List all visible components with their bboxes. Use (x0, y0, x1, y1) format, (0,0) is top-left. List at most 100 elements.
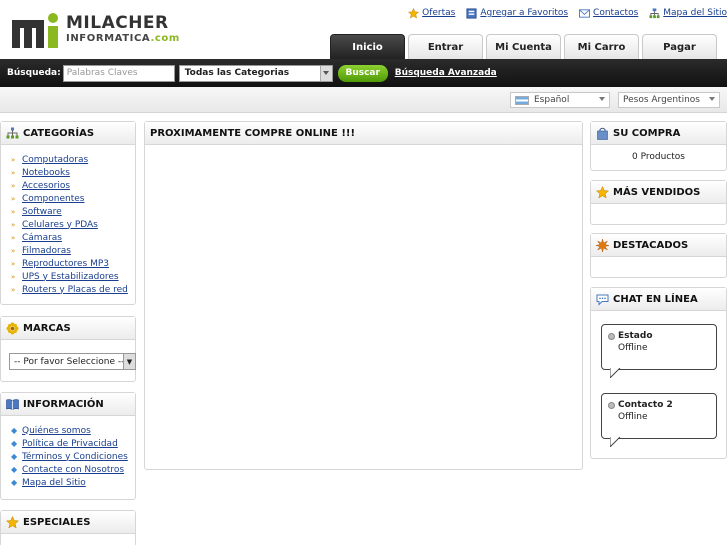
category-item[interactable]: » Computadoras (11, 153, 135, 166)
bullet-icon: » (11, 168, 16, 177)
category-item[interactable]: » Celulares y PDAs (11, 218, 135, 231)
bullet-icon: ◆ (11, 452, 18, 461)
info-item[interactable]: ◆ Quiénes somos (11, 424, 135, 437)
advanced-search-link[interactable]: Búsqueda Avanzada (395, 68, 497, 78)
bullet-icon: ◆ (11, 439, 18, 448)
category-item[interactable]: » Accesorios (11, 179, 135, 192)
site-logo[interactable]: MILACHER INFORMATICA.com (12, 12, 184, 48)
chat-bubble-icon (596, 294, 609, 306)
info-item[interactable]: ◆ Mapa del Sitio (11, 476, 135, 489)
categories-box: CATEGORÍAS » Computadoras » Notebooks » Acc… (0, 121, 136, 305)
bookmark-icon (466, 7, 477, 19)
bullet-icon: » (11, 220, 16, 229)
chat-header: CHAT EN LÍNEA (591, 288, 726, 311)
bullet-icon: » (11, 155, 16, 164)
bullet-icon: » (11, 181, 16, 190)
brand-select[interactable]: -- Por favor Seleccione -- ▼ (9, 353, 136, 370)
star-icon (408, 7, 420, 19)
bullet-icon: » (11, 207, 16, 216)
category-item[interactable]: » Cámaras (11, 231, 135, 244)
header: MILACHER INFORMATICA.com Ofertas Agregar… (0, 0, 727, 59)
brands-box: MARCAS -- Por favor Seleccione -- ▼ (0, 316, 136, 382)
category-item[interactable]: » UPS y Estabilizadores (11, 270, 135, 283)
category-item[interactable]: » Routers y Placas de red (11, 283, 135, 296)
category-item[interactable]: » Reproductores MP3 (11, 257, 135, 270)
tab-inicio[interactable]: Inicio (330, 34, 405, 59)
chat-contact[interactable]: Estado Offline (601, 324, 717, 378)
star-icon (596, 185, 609, 199)
search-label: Búsqueda: (7, 68, 61, 78)
logo-subname: INFORMATICA.com (66, 33, 180, 44)
chat-contact[interactable]: Contacto 2 Offline (601, 393, 717, 447)
chat-box: CHAT EN LÍNEA Estado Offline Contacto 2 … (590, 287, 727, 459)
bullet-icon: » (11, 272, 16, 281)
chat-status: Offline (618, 412, 648, 422)
toplink-mapa[interactable]: Mapa del Sitio (649, 6, 727, 20)
shopping-bag-icon (597, 127, 608, 140)
specials-box: ESPECIALES (0, 510, 136, 545)
category-item[interactable]: » Filmadoras (11, 244, 135, 257)
info-list: ◆ Quiénes somos ◆ Política de Privacidad ◆… (1, 416, 135, 489)
cart-header: SU COMPRA (591, 122, 726, 145)
top-links: Ofertas Agregar a Favoritos Contactos Ma… (408, 6, 727, 20)
tab-mi-carro[interactable]: Mi Carro (564, 34, 639, 59)
star-icon (6, 515, 19, 529)
envelope-icon (579, 8, 591, 18)
sitemap-icon (649, 7, 660, 18)
info-item[interactable]: ◆ Política de Privacidad (11, 437, 135, 450)
burst-icon (596, 238, 609, 252)
preferences-bar: Español Pesos Argentinos (0, 87, 727, 113)
info-header: INFORMACIÓN (1, 393, 135, 416)
category-select[interactable]: Todas las Categorias (178, 64, 333, 82)
category-item[interactable]: » Software (11, 205, 135, 218)
bullet-icon: » (11, 233, 16, 242)
search-button[interactable]: Buscar (337, 64, 388, 82)
bullet-icon: » (11, 285, 16, 294)
toplink-favoritos[interactable]: Agregar a Favoritos (466, 6, 568, 20)
bullet-icon: » (11, 246, 16, 255)
toplink-contactos[interactable]: Contactos (579, 6, 638, 20)
categories-header: CATEGORÍAS (1, 122, 135, 145)
status-dot-icon (608, 401, 615, 409)
search-input[interactable]: Palabras Claves (62, 64, 175, 82)
logo-mi-icon (12, 13, 58, 48)
cart-box: SU COMPRA 0 Productos (590, 121, 727, 171)
bullet-icon: ◆ (11, 478, 18, 487)
bubble-tail-icon (610, 437, 621, 447)
bullet-icon: ◆ (11, 465, 18, 474)
featured-box: DESTACADOS (590, 233, 727, 278)
info-item[interactable]: ◆ Contacte con Nosotros (11, 463, 135, 476)
search-bar: Búsqueda: Palabras Claves Todas las Cate… (0, 59, 727, 87)
flower-icon (6, 322, 19, 334)
bullet-icon: » (11, 194, 16, 203)
logo-name: MILACHER (66, 13, 169, 33)
bullet-icon: ◆ (11, 426, 18, 435)
book-icon (6, 398, 19, 410)
category-item[interactable]: » Notebooks (11, 166, 135, 179)
currency-select[interactable]: Pesos Argentinos (618, 92, 720, 108)
chevron-down-icon (709, 97, 715, 101)
bullet-icon: » (11, 259, 16, 268)
bestsellers-header: MÁS VENDIDOS (591, 181, 726, 204)
status-dot-icon (608, 332, 615, 340)
chevron-down-icon: ▼ (123, 354, 135, 369)
tab-mi-cuenta[interactable]: Mi Cuenta (486, 34, 561, 59)
featured-header: DESTACADOS (591, 234, 726, 257)
tab-entrar[interactable]: Entrar (408, 34, 483, 59)
toplink-ofertas[interactable]: Ofertas (408, 6, 455, 20)
info-box: INFORMACIÓN ◆ Quiénes somos ◆ Política de … (0, 392, 136, 500)
main-tabs: Inicio Entrar Mi Cuenta Mi Carro Pagar (330, 34, 717, 59)
info-item[interactable]: ◆ Términos y Condiciones (11, 450, 135, 463)
argentina-flag-icon (515, 95, 529, 105)
bubble-tail-icon (610, 368, 621, 378)
cart-summary: 0 Productos (632, 152, 685, 162)
tab-pagar[interactable]: Pagar (642, 34, 717, 59)
bestsellers-box: MÁS VENDIDOS (590, 180, 727, 225)
main-content-box: PROXIMAMENTE COMPRE ONLINE !!! (144, 121, 583, 470)
category-item[interactable]: » Componentes (11, 192, 135, 205)
chat-status: Offline (618, 343, 648, 353)
language-select[interactable]: Español (510, 92, 610, 108)
brands-header: MARCAS (1, 317, 135, 340)
main-title: PROXIMAMENTE COMPRE ONLINE !!! (145, 122, 582, 145)
chevron-down-icon (319, 65, 332, 81)
